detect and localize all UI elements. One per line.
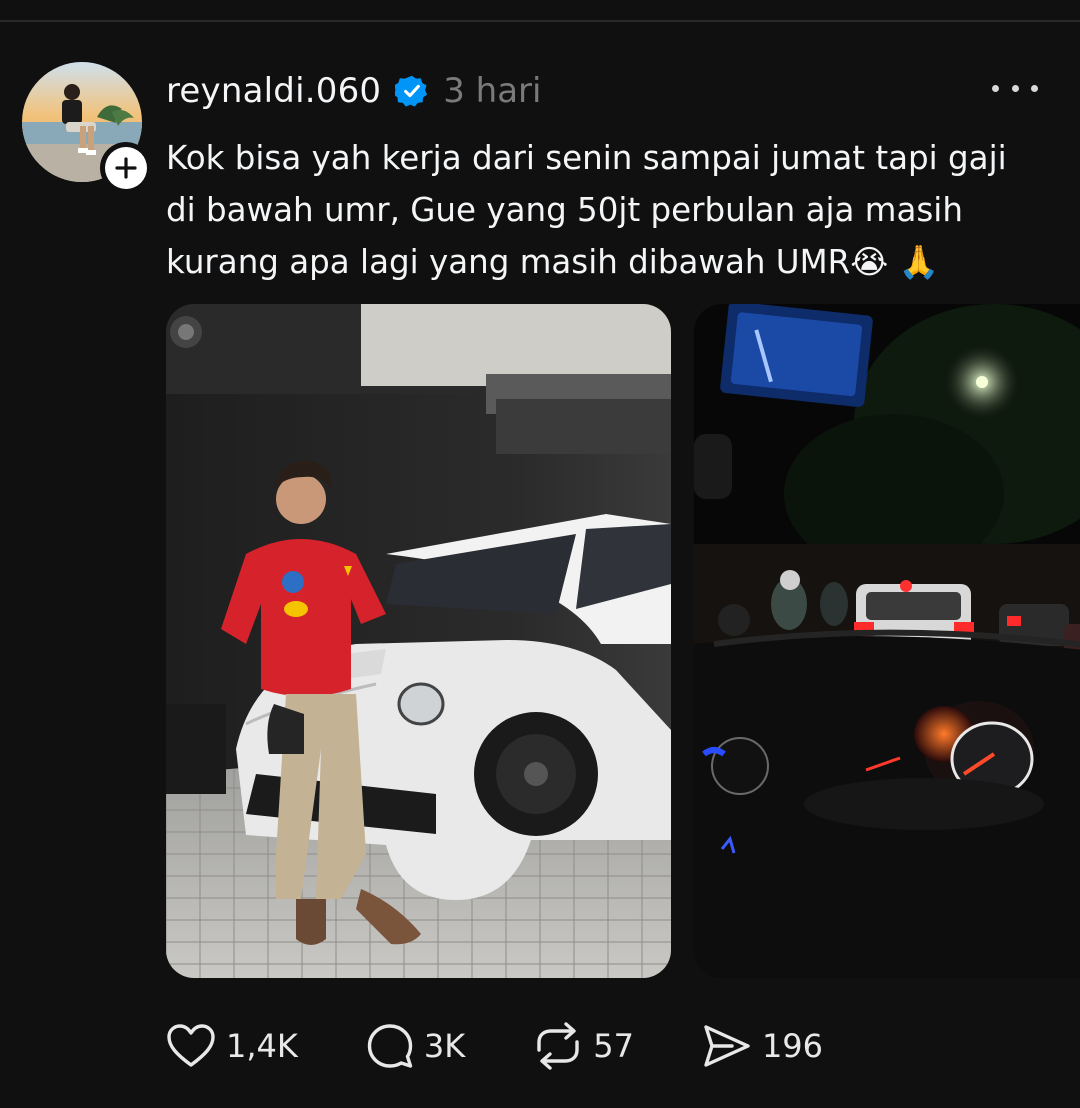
username[interactable]: reynaldi.060 xyxy=(166,71,381,111)
post-body: Kok bisa yah kerja dari senin sampai jum… xyxy=(166,132,1056,288)
reply-button[interactable]: 3K xyxy=(366,1022,465,1070)
post-photo-2[interactable] xyxy=(694,304,1080,978)
post-text-line-3: kurang apa lagi yang masih dibawah UMR xyxy=(166,243,851,281)
post-text-line-1: Kok bisa yah kerja dari senin sampai jum… xyxy=(166,139,1007,177)
crying-emoji: 😭 xyxy=(850,243,889,281)
repost-count: 57 xyxy=(593,1027,634,1065)
repost-icon xyxy=(537,1022,579,1070)
top-divider xyxy=(0,20,1080,22)
post-photo-1[interactable] xyxy=(166,304,671,978)
dot xyxy=(1031,84,1038,92)
dot xyxy=(1011,84,1019,92)
media-carousel[interactable] xyxy=(166,304,1080,978)
threads-post-screen: reynaldi.060 3 hari Kok bisa yah kerja d… xyxy=(0,0,1080,1108)
reply-count: 3K xyxy=(423,1027,466,1065)
share-button[interactable]: 196 xyxy=(702,1023,823,1069)
share-count: 196 xyxy=(761,1027,824,1065)
send-icon xyxy=(704,1025,750,1067)
praying-hands-emoji: 🙏 xyxy=(898,243,939,281)
dot xyxy=(992,84,999,92)
comment-icon xyxy=(367,1024,413,1068)
action-bar: 1,4K 3K 57 196 xyxy=(166,1020,891,1072)
heart-icon xyxy=(167,1024,215,1067)
plus-icon xyxy=(115,157,137,179)
more-options-button[interactable] xyxy=(992,76,1038,100)
post-timestamp: 3 hari xyxy=(443,71,542,111)
repost-button[interactable]: 57 xyxy=(533,1022,634,1070)
post-header: reynaldi.060 3 hari xyxy=(166,64,541,118)
post-text-line-2: di bawah umr, Gue yang 50jt perbulan aja… xyxy=(166,191,963,229)
verified-badge-icon xyxy=(395,74,429,108)
follow-button[interactable] xyxy=(100,142,152,194)
like-count: 1,4K xyxy=(226,1027,298,1065)
like-button[interactable]: 1,4K xyxy=(166,1023,298,1069)
